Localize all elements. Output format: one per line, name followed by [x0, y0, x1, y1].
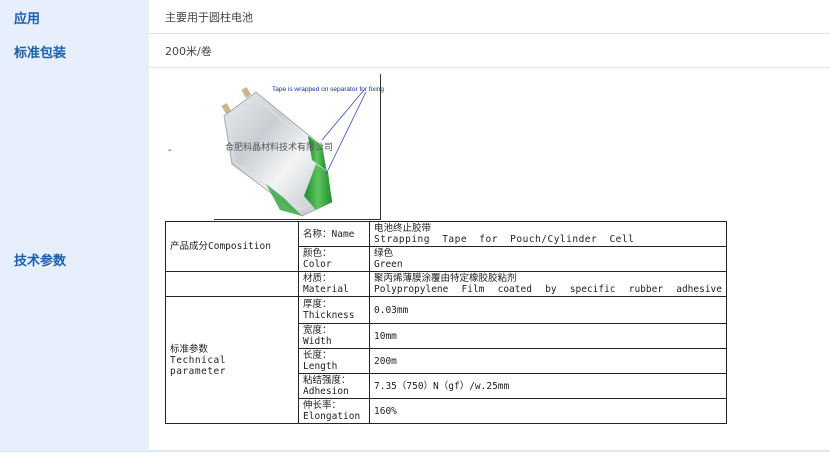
width-value: 10mm — [369, 323, 727, 349]
adhesion-label: 粘结强度： Adhesion — [298, 373, 370, 399]
material-label: 材质： Material — [298, 271, 370, 297]
adhesion-label-en: Adhesion — [303, 386, 349, 397]
technical-label: 标准参数 Technical parameter — [165, 296, 299, 424]
name-label: 名称：Name — [298, 221, 370, 247]
arrow-line — [321, 89, 365, 141]
color-value: 绿色 Green — [369, 246, 727, 272]
width-label: 宽度： Width — [298, 323, 370, 349]
tech-params-label: 技术参数 — [0, 68, 149, 451]
elongation-value: 160% — [369, 398, 727, 424]
name-value-en: Strapping Tape for Pouch/Cylinder Cell — [374, 234, 635, 245]
divider — [0, 451, 830, 452]
technical-label-cn: 标准参数 — [170, 343, 209, 355]
length-label: 长度： Length — [298, 348, 370, 374]
thickness-label: 厚度： Thickness — [298, 296, 370, 324]
table-row: 产品成分Composition 名称：Name 电池终止胶带 Strapping… — [165, 221, 727, 272]
color-label-cn: 颜色： — [303, 248, 332, 259]
packaging-value: 200米/卷 — [149, 34, 830, 68]
adhesion-value: 7.35（750）N（gf）/w.25mm — [369, 373, 727, 399]
table-row: 标准参数 Technical parameter 厚度： Thickness 0… — [165, 296, 727, 424]
composition-label: 产品成分Composition — [165, 221, 299, 272]
photo-border — [214, 219, 381, 220]
packaging-row: 标准包装 200米/卷 — [0, 34, 830, 68]
color-label-en: Color — [303, 259, 332, 270]
color-value-cn: 绿色 — [374, 248, 394, 259]
adhesion-label-cn: 粘结强度： — [303, 375, 351, 386]
name-value-cn: 电池终止胶带 — [374, 223, 432, 234]
product-photo: Tape is wrapped on separator for fixing … — [204, 74, 384, 219]
tech-params-row: 技术参数 - Tape is wrapped on separator for … — [0, 68, 830, 451]
elongation-label-cn: 伸长率： — [303, 400, 342, 411]
length-label-en: Length — [303, 361, 338, 372]
arrow-line — [325, 91, 367, 175]
photo-border — [380, 74, 381, 220]
material-label-en: Material — [303, 284, 349, 295]
application-label: 应用 — [0, 0, 149, 34]
material-label-cn: 材质： — [303, 273, 332, 284]
thickness-label-cn: 厚度： — [303, 299, 332, 310]
application-value: 主要用于圆柱电池 — [149, 0, 830, 34]
material-value: 聚丙烯薄膜涂覆由特定橡胶胶粘剂 Polypropylene Film coate… — [369, 271, 727, 297]
spec-table: 产品成分Composition 名称：Name 电池终止胶带 Strapping… — [165, 221, 727, 424]
color-label: 颜色： Color — [298, 246, 370, 272]
technical-label-en: Technical parameter — [170, 354, 226, 377]
elongation-label: 伸长率： Elongation — [298, 398, 370, 424]
thickness-label-en: Thickness — [303, 310, 355, 321]
length-value: 200m — [369, 348, 727, 374]
tech-params-content: - Tape is wrapped on separator for fixin… — [149, 68, 830, 451]
empty-cell — [165, 271, 299, 297]
length-label-cn: 长度： — [303, 350, 332, 361]
width-label-en: Width — [303, 336, 332, 347]
material-value-cn: 聚丙烯薄膜涂覆由特定橡胶胶粘剂 — [374, 273, 517, 284]
color-value-en: Green — [374, 259, 403, 270]
material-value-en: Polypropylene Film coated by specific ru… — [374, 284, 722, 295]
name-value: 电池终止胶带 Strapping Tape for Pouch/Cylinder… — [369, 221, 727, 247]
stray-dash: - — [168, 145, 172, 156]
packaging-label: 标准包装 — [0, 34, 149, 68]
photo-caption: Tape is wrapped on separator for fixing — [272, 86, 385, 93]
table-row: 材质： Material 聚丙烯薄膜涂覆由特定橡胶胶粘剂 Polypropyle… — [165, 271, 727, 297]
thickness-value: 0.03mm — [369, 296, 727, 324]
application-row: 应用 主要用于圆柱电池 — [0, 0, 830, 34]
photo-watermark: 合肥科晶材料技术有限公司 — [225, 143, 334, 153]
width-label-cn: 宽度： — [303, 325, 332, 336]
elongation-label-en: Elongation — [303, 411, 361, 422]
